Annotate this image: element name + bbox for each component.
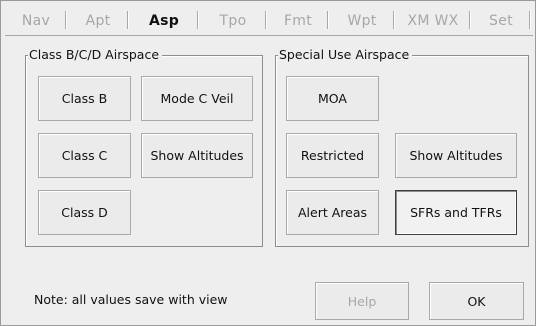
tab-asp[interactable]: Asp [129, 7, 199, 35]
tab-xm-wx[interactable]: XM WX [395, 7, 471, 35]
class-d-button[interactable]: Class D [38, 190, 131, 235]
tab-tpo[interactable]: Tpo [199, 7, 267, 35]
sfrs-and-tfrs-button[interactable]: SFRs and TFRs [395, 190, 517, 235]
tab-set[interactable]: Set [471, 7, 531, 35]
tab-tpo-label: Tpo [219, 13, 247, 29]
tab-apt-label: Apt [85, 13, 111, 29]
class-b-button[interactable]: Class B [38, 76, 131, 121]
mode-c-veil-button[interactable]: Mode C Veil [141, 76, 253, 121]
special-use-group-title: Special Use Airspace [278, 47, 413, 63]
class-show-altitudes-button[interactable]: Show Altitudes [141, 133, 253, 178]
tab-asp-label: Asp [148, 13, 180, 29]
tab-divider [529, 11, 531, 29]
help-button[interactable]: Help [315, 282, 409, 320]
tab-wpt-label: Wpt [347, 13, 377, 29]
class-bcd-group-title: Class B/C/D Airspace [28, 47, 163, 63]
restricted-button[interactable]: Restricted [286, 133, 379, 178]
sua-show-altitudes-button[interactable]: Show Altitudes [395, 133, 517, 178]
tab-set-label: Set [489, 13, 513, 29]
tab-strip: Nav Apt Asp Tpo Fmt Wpt XM WX Set [5, 7, 531, 35]
tab-xm-wx-label: XM WX [407, 13, 459, 29]
moa-button[interactable]: MOA [286, 76, 379, 121]
tab-fmt[interactable]: Fmt [267, 7, 329, 35]
tab-fmt-label: Fmt [283, 13, 313, 29]
tab-apt[interactable]: Apt [67, 7, 129, 35]
tab-nav[interactable]: Nav [5, 7, 67, 35]
tab-nav-label: Nav [21, 13, 51, 29]
save-note-text: Note: all values save with view [34, 292, 228, 307]
alert-areas-button[interactable]: Alert Areas [286, 190, 379, 235]
tab-wpt[interactable]: Wpt [329, 7, 395, 35]
ok-button[interactable]: OK [429, 282, 524, 320]
class-c-button[interactable]: Class C [38, 133, 131, 178]
airspace-settings-dialog: Nav Apt Asp Tpo Fmt Wpt XM WX Set Class … [0, 0, 536, 326]
tab-baseline [5, 35, 533, 36]
